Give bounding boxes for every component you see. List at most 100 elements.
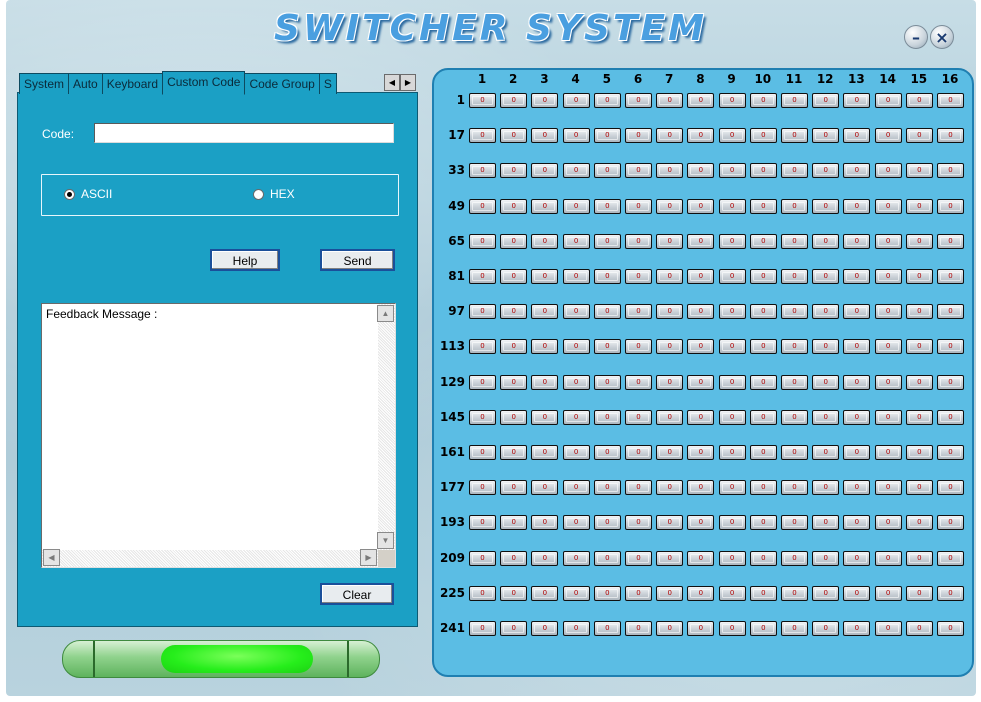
switch-cell[interactable]: 0	[687, 621, 715, 636]
switch-cell[interactable]: 0	[781, 550, 808, 566]
switch-cell[interactable]: 0	[687, 515, 715, 531]
switch-cell[interactable]: 0	[781, 374, 808, 390]
switch-cell[interactable]: 0	[749, 233, 777, 249]
switch-cell[interactable]: 0	[687, 550, 715, 566]
close-button[interactable]: ×	[930, 25, 954, 49]
switch-cell[interactable]: 0	[718, 93, 746, 108]
switch-cell[interactable]: 0	[625, 339, 652, 355]
switch-cell[interactable]: 0	[656, 128, 684, 144]
switch-cell[interactable]: 0	[937, 198, 964, 214]
switch-cell[interactable]: 0	[718, 515, 746, 531]
switch-cell[interactable]: 0	[562, 515, 590, 531]
switch-cell[interactable]: 0	[812, 585, 840, 601]
switch-cell[interactable]: 0	[625, 409, 652, 425]
switch-cell[interactable]: 0	[905, 93, 933, 108]
switch-cell[interactable]: 0	[531, 128, 559, 144]
switch-cell[interactable]: 0	[656, 339, 684, 355]
switch-cell[interactable]: 0	[531, 93, 559, 108]
switch-cell[interactable]: 0	[812, 198, 840, 214]
horizontal-scrollbar[interactable]: ◀ ▶	[42, 549, 378, 567]
switch-cell[interactable]: 0	[687, 409, 715, 425]
switch-cell[interactable]: 0	[625, 445, 652, 460]
switch-cell[interactable]: 0	[843, 269, 871, 284]
switch-cell[interactable]: 0	[500, 480, 528, 496]
switch-cell[interactable]: 0	[625, 269, 652, 284]
switch-cell[interactable]: 0	[531, 339, 559, 355]
feedback-textarea[interactable]: Feedback Message : ▲ ▼ ◀ ▶	[41, 303, 396, 568]
switch-cell[interactable]: 0	[469, 480, 496, 496]
switch-cell[interactable]: 0	[812, 480, 840, 496]
switch-cell[interactable]: 0	[625, 304, 652, 320]
switch-cell[interactable]: 0	[718, 409, 746, 425]
switch-cell[interactable]: 0	[812, 128, 840, 144]
switch-cell[interactable]: 0	[500, 269, 528, 284]
switch-cell[interactable]: 0	[656, 269, 684, 284]
switch-cell[interactable]: 0	[749, 480, 777, 496]
switch-cell[interactable]: 0	[562, 269, 590, 284]
switch-cell[interactable]: 0	[781, 409, 808, 425]
switch-cell[interactable]: 0	[469, 339, 496, 355]
switch-cell[interactable]: 0	[718, 445, 746, 460]
switch-cell[interactable]: 0	[905, 198, 933, 214]
switch-cell[interactable]: 0	[718, 163, 746, 179]
switch-cell[interactable]: 0	[749, 128, 777, 144]
switch-cell[interactable]: 0	[718, 374, 746, 390]
switch-cell[interactable]: 0	[781, 585, 808, 601]
switch-cell[interactable]: 0	[812, 409, 840, 425]
hex-radio[interactable]: HEX	[253, 187, 295, 201]
switch-cell[interactable]: 0	[593, 409, 621, 425]
switch-cell[interactable]: 0	[562, 621, 590, 636]
switch-cell[interactable]: 0	[937, 269, 964, 284]
switch-cell[interactable]: 0	[937, 233, 964, 249]
switch-cell[interactable]: 0	[687, 198, 715, 214]
switch-cell[interactable]: 0	[718, 128, 746, 144]
switch-cell[interactable]: 0	[562, 93, 590, 108]
switch-cell[interactable]: 0	[905, 550, 933, 566]
switch-cell[interactable]: 0	[593, 233, 621, 249]
switch-cell[interactable]: 0	[656, 163, 684, 179]
switch-cell[interactable]: 0	[562, 585, 590, 601]
switch-cell[interactable]: 0	[874, 233, 902, 249]
switch-cell[interactable]: 0	[687, 585, 715, 601]
switch-cell[interactable]: 0	[905, 515, 933, 531]
switch-cell[interactable]: 0	[781, 233, 808, 249]
switch-cell[interactable]: 0	[656, 409, 684, 425]
switch-cell[interactable]: 0	[687, 93, 715, 108]
switch-cell[interactable]: 0	[905, 269, 933, 284]
switch-cell[interactable]: 0	[593, 128, 621, 144]
switch-cell[interactable]: 0	[593, 585, 621, 601]
switch-cell[interactable]: 0	[562, 233, 590, 249]
switch-cell[interactable]: 0	[469, 409, 496, 425]
switch-cell[interactable]: 0	[937, 480, 964, 496]
switch-cell[interactable]: 0	[905, 480, 933, 496]
switch-cell[interactable]: 0	[874, 93, 902, 108]
switch-cell[interactable]: 0	[500, 621, 528, 636]
switch-cell[interactable]: 0	[500, 339, 528, 355]
switch-cell[interactable]: 0	[781, 93, 808, 108]
switch-cell[interactable]: 0	[469, 585, 496, 601]
switch-cell[interactable]: 0	[656, 515, 684, 531]
switch-cell[interactable]: 0	[874, 198, 902, 214]
tab-keyboard[interactable]: Keyboard	[101, 73, 164, 94]
switch-cell[interactable]: 0	[500, 198, 528, 214]
switch-cell[interactable]: 0	[562, 409, 590, 425]
switch-cell[interactable]: 0	[874, 304, 902, 320]
switch-cell[interactable]: 0	[781, 480, 808, 496]
switch-cell[interactable]: 0	[562, 339, 590, 355]
switch-cell[interactable]: 0	[656, 374, 684, 390]
switch-cell[interactable]: 0	[781, 269, 808, 284]
vertical-scrollbar[interactable]: ▲ ▼	[377, 304, 395, 550]
switch-cell[interactable]: 0	[500, 163, 528, 179]
switch-cell[interactable]: 0	[562, 163, 590, 179]
send-button[interactable]: Send	[320, 249, 395, 271]
switch-cell[interactable]: 0	[843, 585, 871, 601]
switch-cell[interactable]: 0	[500, 304, 528, 320]
switch-cell[interactable]: 0	[593, 269, 621, 284]
switch-cell[interactable]: 0	[656, 480, 684, 496]
switch-cell[interactable]: 0	[937, 374, 964, 390]
switch-cell[interactable]: 0	[593, 515, 621, 531]
switch-cell[interactable]: 0	[531, 163, 559, 179]
switch-cell[interactable]: 0	[905, 445, 933, 460]
switch-cell[interactable]: 0	[812, 445, 840, 460]
switch-cell[interactable]: 0	[937, 621, 964, 636]
